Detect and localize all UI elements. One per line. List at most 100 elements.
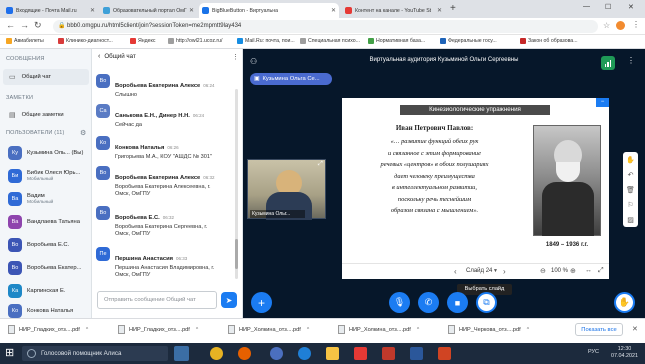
bookmark[interactable]: Mail.Ru: почта, пои... — [237, 38, 295, 44]
folder-icon[interactable] — [326, 347, 339, 360]
reload-icon[interactable]: ↻ — [34, 20, 42, 31]
menu-icon[interactable]: ⋮ — [632, 20, 640, 29]
undo-icon[interactable]: ↶ — [628, 171, 634, 179]
chevron-up-icon[interactable]: ^ — [417, 327, 419, 333]
slide-selector[interactable]: Слайд 24 — [466, 268, 492, 274]
fullscreen-button[interactable]: ⤢ — [598, 267, 604, 275]
close-window-button[interactable]: ✕ — [628, 3, 634, 11]
chat-message-input[interactable]: Отправить сообщение Общий чат — [97, 291, 217, 309]
close-icon[interactable]: ✕ — [632, 325, 638, 333]
user-item[interactable]: Ку Кузьмина Оль... (Вы) — [3, 143, 89, 163]
task-view-icon[interactable] — [174, 346, 189, 361]
zoom-level[interactable]: 100 % — [551, 268, 568, 274]
close-icon[interactable]: ✕ — [187, 7, 194, 14]
whiteboard-icon[interactable]: ▨ — [627, 216, 634, 224]
assistant-search[interactable]: Голосовой помощник Алиса — [22, 346, 168, 361]
chevron-up-icon[interactable]: ^ — [527, 327, 529, 333]
forward-icon[interactable]: → — [20, 20, 29, 30]
download-item[interactable]: НИР_Холкина_отз....pdf ^ — [228, 325, 309, 334]
bookmark[interactable]: Нормативная база... — [368, 38, 425, 44]
tab-youtube[interactable]: Контент на канале - YouTube St ✕ — [342, 3, 445, 18]
profile-avatar[interactable] — [616, 21, 625, 30]
phone-button[interactable]: ✆ — [418, 292, 439, 313]
chevron-up-icon[interactable]: ^ — [307, 327, 309, 333]
fit-width-button[interactable]: ↔ — [585, 267, 592, 274]
bookmark[interactable]: Яндекс — [130, 38, 155, 44]
close-icon[interactable]: ✕ — [88, 7, 95, 14]
language-indicator[interactable]: РУС — [588, 349, 599, 355]
edge-icon[interactable] — [298, 347, 311, 360]
user-item[interactable]: Ка Карпинская Е. — [3, 281, 89, 301]
actions-button[interactable]: + — [251, 292, 272, 313]
clock[interactable]: 12:30 07.04.2021 — [608, 346, 641, 360]
chevron-left-icon[interactable]: ‹ — [98, 53, 100, 60]
menu-dots-icon[interactable]: ⋮ — [232, 53, 239, 61]
download-item[interactable]: НИР_Черкова_отз....pdf ^ — [448, 325, 529, 334]
url-input[interactable]: 🔒 bbb0.omgpu.ru/html5client/join?session… — [53, 20, 598, 33]
gear-icon[interactable]: ⚙ — [80, 129, 86, 137]
minimize-presentation-button[interactable]: − — [596, 98, 609, 107]
user-item[interactable]: Ко Конкова Наталья — [3, 304, 89, 318]
chevron-up-icon[interactable]: ^ — [86, 327, 88, 333]
zoom-out-button[interactable]: ⊖ — [540, 267, 546, 275]
camera-button[interactable]: ■ — [447, 292, 468, 313]
windows-start-icon[interactable]: ⊞ — [5, 346, 14, 359]
minimize-button[interactable]: — — [583, 3, 590, 10]
close-icon[interactable]: ✕ — [329, 7, 336, 14]
next-slide-button[interactable]: › — [503, 267, 506, 276]
quote-line: «… развитие функций обеих рук — [390, 138, 479, 145]
screenshare-button[interactable]: ⧉ — [476, 292, 497, 313]
connection-status-icon[interactable] — [601, 56, 615, 70]
multi-user-icon[interactable]: ⚐ — [627, 201, 633, 209]
download-item[interactable]: НИР_Гладких_отз....pdf ^ — [8, 325, 88, 334]
bookmark[interactable]: Авиабилеты — [6, 38, 44, 44]
app-icon[interactable] — [270, 347, 283, 360]
tab-portal[interactable]: Образовательный портал ОмГ ✕ — [100, 3, 197, 18]
bookmark[interactable]: Закон об образова... — [520, 38, 578, 44]
back-icon[interactable]: ← — [6, 20, 15, 30]
scrollbar-thumb[interactable] — [235, 239, 238, 269]
send-button[interactable]: ➤ — [221, 292, 237, 308]
user-name: Воробьева Екатер... — [27, 264, 82, 271]
shared-notes-item[interactable]: ▤ Общие заметки — [3, 107, 89, 123]
chat-header[interactable]: ‹ Общий чат — [98, 53, 136, 60]
user-item[interactable]: Ва Вандлаева Татьяна — [3, 212, 89, 232]
star-icon[interactable]: ☆ — [603, 21, 610, 30]
chevron-up-icon[interactable]: ^ — [196, 327, 198, 333]
public-chat-item[interactable]: ▭ Общий чат — [3, 69, 89, 85]
chat-scrollbar[interactable] — [235, 89, 238, 279]
presenter-tag[interactable]: ▣ Кузьмина Ольга Се... — [250, 73, 332, 85]
options-menu-icon[interactable]: ⋮ — [627, 56, 635, 65]
raise-hand-button[interactable]: ✋ — [614, 292, 635, 313]
trash-icon[interactable]: 🗑 — [626, 186, 635, 194]
bookmark[interactable]: http://owl21.ucoz.ru/ — [168, 38, 222, 44]
tab-bigbluebutton[interactable]: BigBlueButton - Виртуальна ✕ — [199, 3, 339, 18]
yandex-browser-icon[interactable] — [354, 347, 367, 360]
user-item[interactable]: Во Воробьева Е.С. — [3, 235, 89, 255]
acrobat-icon[interactable] — [382, 347, 395, 360]
user-item[interactable]: Ва Вадим Мобильный — [3, 189, 89, 209]
bookmark[interactable]: Клинико-диагност... — [58, 38, 113, 44]
powerpoint-icon[interactable] — [438, 347, 451, 360]
show-all-downloads-button[interactable]: Показать все — [575, 323, 623, 336]
webcam-video[interactable]: ⤢ Кузьмина Ольг... — [247, 159, 326, 220]
expand-icon[interactable]: ⤢ — [318, 161, 323, 168]
zoom-in-button[interactable]: ⊕ — [570, 267, 576, 275]
bookmark[interactable]: Специальная психо... — [300, 38, 360, 44]
new-tab-button[interactable]: + — [450, 3, 456, 14]
user-item[interactable]: Би Бибик Олеся Юрь... Мобильный — [3, 166, 89, 186]
presentation-slide[interactable]: Кинезиологические упражнения Иван Петров… — [342, 98, 609, 279]
chrome-icon[interactable] — [210, 347, 223, 360]
user-item[interactable]: Во Воробьева Екатер... — [3, 258, 89, 278]
hand-tool-icon[interactable]: ✋ — [626, 156, 635, 164]
prev-slide-button[interactable]: ‹ — [454, 267, 457, 276]
microphone-button[interactable]: 🎙 — [389, 292, 410, 313]
maximize-button[interactable]: ☐ — [605, 3, 611, 11]
download-item[interactable]: НИР_Гладких_отз....pdf ^ — [118, 325, 198, 334]
word-icon[interactable] — [410, 347, 423, 360]
firefox-icon[interactable] — [238, 347, 251, 360]
close-icon[interactable]: ✕ — [435, 7, 442, 14]
bookmark[interactable]: Федеральные госу... — [440, 38, 497, 44]
download-item[interactable]: НИР_Холкина_отз....pdf ^ — [338, 325, 419, 334]
tab-mail[interactable]: Входящие - Почта Mail.ru ✕ — [3, 3, 98, 18]
